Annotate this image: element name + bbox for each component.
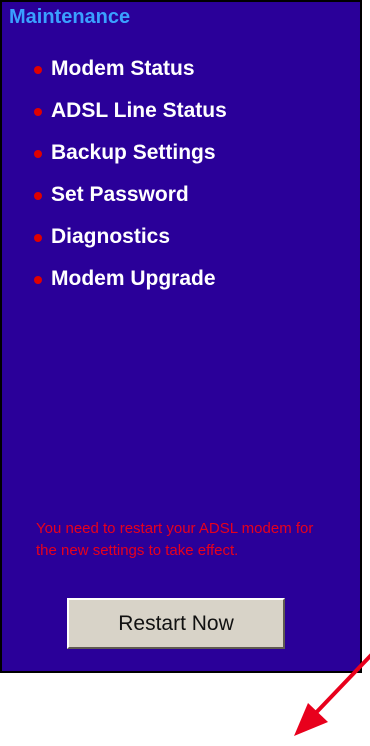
- maintenance-panel: Maintenance Modem Status ADSL Line Statu…: [0, 0, 362, 673]
- menu-item-label: ADSL Line Status: [51, 99, 227, 122]
- menu-item-label: Diagnostics: [51, 225, 171, 248]
- restart-now-button[interactable]: Restart Now: [67, 598, 285, 649]
- section-title: Maintenance: [9, 6, 131, 28]
- bullet-icon: [34, 192, 42, 200]
- bullet-icon: [34, 108, 42, 116]
- bullet-icon: [34, 150, 42, 158]
- menu-item-label: Modem Upgrade: [51, 267, 216, 290]
- bullet-icon: [34, 276, 42, 284]
- bullet-icon: [34, 234, 42, 242]
- bullet-icon: [34, 66, 42, 74]
- menu-item-label: Set Password: [51, 183, 189, 206]
- restart-notice: You need to restart your ADSL modem for …: [36, 520, 314, 559]
- menu-item-label: Backup Settings: [51, 141, 216, 164]
- menu-item-label: Modem Status: [51, 57, 195, 80]
- red-arrow-icon: [294, 653, 370, 736]
